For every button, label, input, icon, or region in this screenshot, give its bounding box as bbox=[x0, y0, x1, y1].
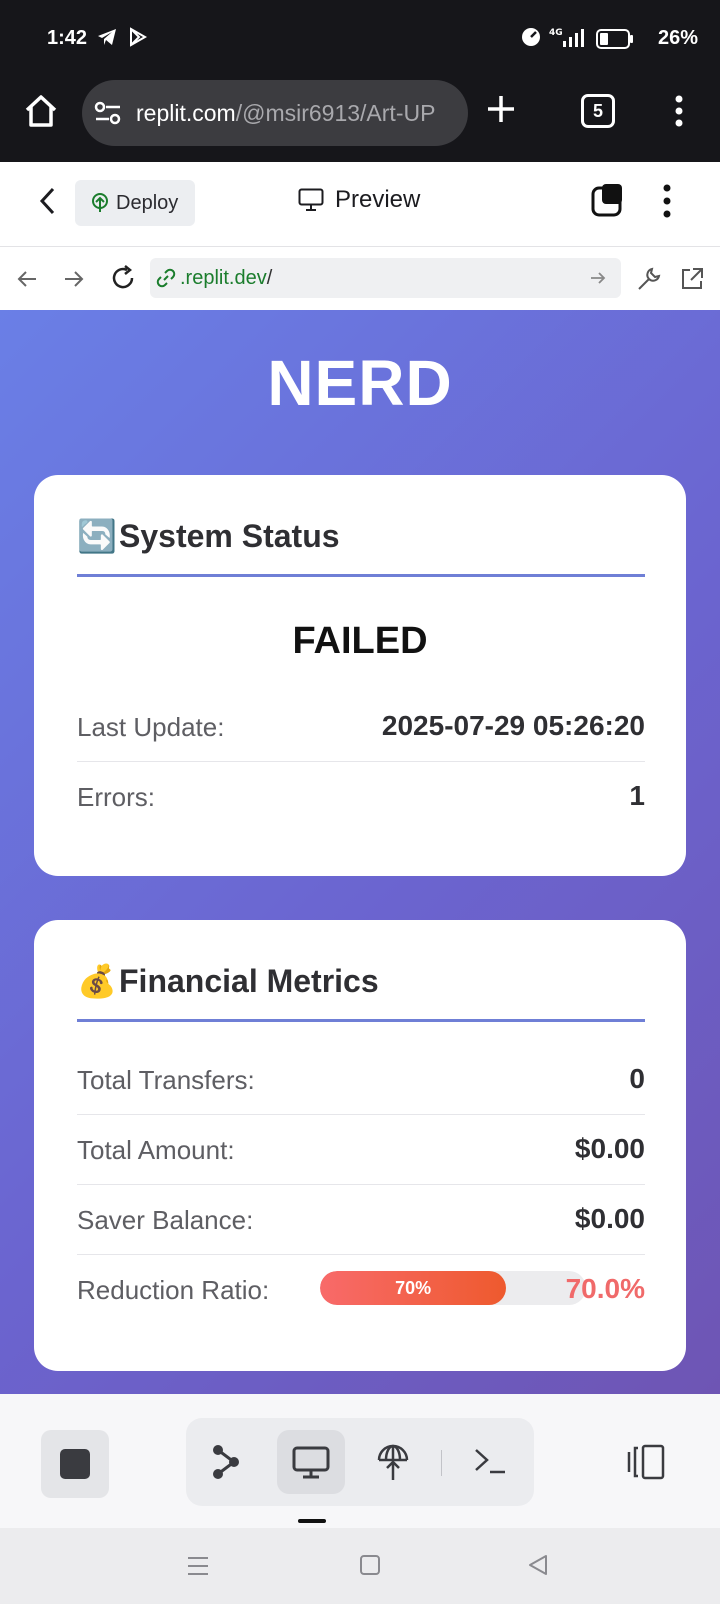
toolbar-divider bbox=[441, 1450, 442, 1476]
data-saver-icon bbox=[520, 26, 542, 53]
signal-icon: 4G bbox=[549, 27, 589, 54]
total-amount-value: $0.00 bbox=[574, 1133, 645, 1164]
saver-balance-label: Saver Balance: bbox=[77, 1205, 254, 1235]
system-status-title: System Status bbox=[119, 518, 340, 554]
errors-row: Errors: 1 bbox=[77, 762, 645, 832]
reduction-ratio-row: Reduction Ratio: 70% 70.0% bbox=[77, 1255, 645, 1325]
total-amount-label: Total Amount: bbox=[77, 1135, 235, 1165]
last-update-value: 2025-07-29 05:26:20 bbox=[381, 710, 645, 741]
webview-url-field[interactable]: .replit.dev/ bbox=[150, 258, 621, 298]
status-bar: 1:42 4G 26% bbox=[0, 0, 720, 80]
stop-button[interactable] bbox=[41, 1430, 109, 1498]
open-external-icon[interactable] bbox=[679, 266, 705, 297]
svg-text:4G: 4G bbox=[549, 28, 563, 38]
errors-value: 1 bbox=[629, 780, 645, 811]
webview-back-icon[interactable] bbox=[16, 268, 38, 295]
total-transfers-row: Total Transfers: 0 bbox=[77, 1045, 645, 1115]
reduction-progress-fill: 70% bbox=[320, 1271, 507, 1305]
last-update-label: Last Update: bbox=[77, 712, 225, 742]
shell-icon[interactable] bbox=[473, 1446, 507, 1481]
webview-forward-icon[interactable] bbox=[63, 268, 85, 295]
link-icon bbox=[156, 268, 176, 293]
browser-menu-icon[interactable] bbox=[674, 94, 684, 133]
reduction-progress-bar: 70% bbox=[320, 1271, 586, 1305]
home-icon[interactable] bbox=[22, 92, 60, 135]
tabs-switcher-icon[interactable] bbox=[590, 182, 626, 223]
total-amount-row: Total Amount: $0.00 bbox=[77, 1115, 645, 1185]
reduction-ratio-label: Reduction Ratio: bbox=[77, 1275, 270, 1305]
replit-header: Deploy Preview bbox=[0, 162, 720, 247]
stop-icon bbox=[60, 1449, 90, 1479]
battery-percent: 26% bbox=[657, 27, 698, 49]
active-tab-indicator bbox=[298, 1519, 326, 1523]
heading-divider bbox=[77, 1019, 645, 1022]
system-status-heading: 🔄System Status bbox=[77, 517, 340, 555]
home-button-icon[interactable] bbox=[359, 1554, 381, 1581]
saver-balance-row: Saver Balance: $0.00 bbox=[77, 1185, 645, 1255]
refresh-emoji-icon: 🔄 bbox=[77, 518, 117, 554]
new-tab-icon[interactable] bbox=[486, 94, 516, 129]
saver-balance-value: $0.00 bbox=[574, 1203, 645, 1234]
reload-icon[interactable] bbox=[109, 264, 137, 297]
preview-label: Preview bbox=[335, 186, 421, 213]
deploy-globe-icon[interactable] bbox=[375, 1442, 411, 1487]
git-branch-icon[interactable] bbox=[210, 1442, 242, 1487]
reduction-ratio-value: 70.0% bbox=[565, 1273, 645, 1304]
money-bag-emoji-icon: 💰 bbox=[77, 963, 117, 999]
status-value: FAILED bbox=[292, 620, 428, 662]
total-transfers-value: 0 bbox=[629, 1063, 645, 1094]
recent-apps-icon[interactable] bbox=[186, 1555, 210, 1582]
battery-icon bbox=[596, 29, 634, 54]
url-text: replit.com/@msir6913/Art-UP bbox=[136, 100, 456, 127]
deploy-button[interactable]: Deploy bbox=[75, 180, 195, 226]
url-bar[interactable]: replit.com/@msir6913/Art-UP bbox=[82, 80, 468, 146]
back-button-icon[interactable] bbox=[527, 1554, 549, 1581]
devtools-wrench-icon[interactable] bbox=[636, 266, 662, 297]
clock: 1:42 bbox=[47, 27, 88, 49]
deploy-icon bbox=[89, 192, 111, 219]
app-page: NERD 🔄System Status FAILED Last Update: … bbox=[0, 310, 720, 1394]
last-update-row: Last Update: 2025-07-29 05:26:20 bbox=[77, 692, 645, 762]
browser-toolbar: replit.com/@msir6913/Art-UP 5 bbox=[0, 80, 720, 162]
telegram-icon bbox=[96, 26, 118, 53]
webview-domain: .replit.dev/ bbox=[180, 267, 272, 290]
total-transfers-label: Total Transfers: bbox=[77, 1065, 255, 1095]
layout-toggle-icon[interactable] bbox=[626, 1444, 666, 1485]
site-settings-icon[interactable] bbox=[94, 100, 122, 131]
domain-text: .replit.dev bbox=[180, 267, 267, 289]
go-arrow-icon[interactable] bbox=[589, 269, 607, 292]
preview-monitor-icon[interactable] bbox=[292, 1446, 330, 1485]
webview-address-row: .replit.dev/ bbox=[0, 248, 720, 310]
system-status-card: 🔄System Status FAILED Last Update: 2025-… bbox=[34, 475, 686, 876]
app-title: NERD bbox=[267, 347, 453, 419]
url-path: /@msir6913/Art-UP bbox=[235, 100, 436, 126]
financial-metrics-card: 💰Financial Metrics Total Transfers: 0 To… bbox=[34, 920, 686, 1371]
errors-label: Errors: bbox=[77, 782, 155, 812]
url-host: replit.com bbox=[136, 100, 236, 126]
system-nav-bar bbox=[0, 1528, 720, 1604]
play-store-icon bbox=[127, 26, 149, 53]
financial-metrics-heading: 💰Financial Metrics bbox=[77, 962, 379, 1000]
back-icon[interactable] bbox=[38, 186, 58, 221]
more-options-icon[interactable] bbox=[662, 184, 672, 223]
monitor-icon bbox=[298, 188, 324, 219]
heading-divider bbox=[77, 574, 645, 577]
workspace-toolbar bbox=[0, 1394, 720, 1528]
tab-count-button[interactable]: 5 bbox=[581, 94, 615, 128]
financial-metrics-title: Financial Metrics bbox=[119, 963, 379, 999]
path-text: / bbox=[266, 267, 273, 289]
deploy-label: Deploy bbox=[116, 192, 179, 214]
